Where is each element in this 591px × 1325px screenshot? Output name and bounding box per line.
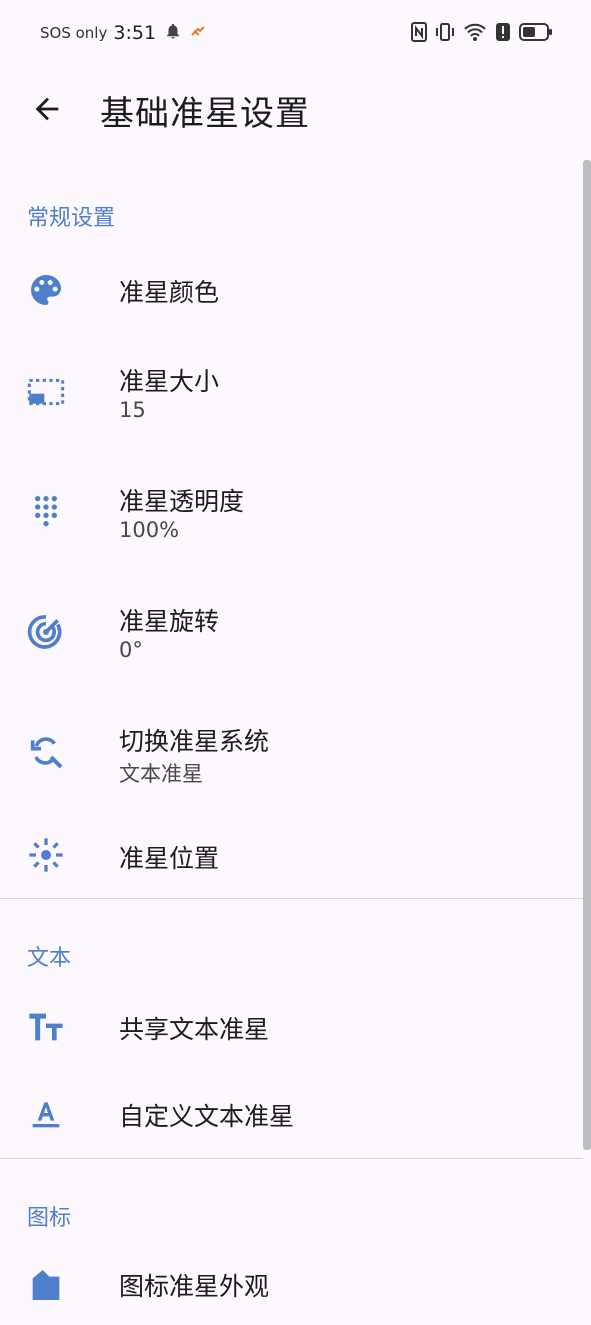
back-arrow-icon[interactable] [30,92,64,126]
bell-icon [164,22,182,44]
page-title: 基础准星设置 [100,94,310,134]
crosshair-position-icon [26,835,66,875]
setting-label: 准星大小 [119,367,220,396]
battery-icon [519,22,553,46]
palette-icon [26,270,66,310]
setting-value: 15 [119,398,146,422]
shape-icon [26,1265,66,1305]
scrollbar[interactable] [583,160,591,1150]
setting-value: 0° [119,638,143,662]
setting-crosshair-color[interactable]: 准星颜色 [0,240,583,340]
setting-label: 共享文本准星 [119,1015,270,1044]
section-header-general: 常规设置 [27,206,116,231]
text-format-icon [26,1094,66,1134]
dots-grid-icon [26,492,66,532]
app-notification-icon [190,23,206,43]
setting-value: 100% [119,518,180,542]
section-header-icon: 图标 [27,1206,72,1231]
resize-icon [26,372,66,412]
divider [0,898,583,899]
setting-crosshair-rotation[interactable]: 准星旋转 0° [0,580,583,700]
setting-label: 切换准星系统 [119,727,270,756]
setting-crosshair-opacity[interactable]: 准星透明度 100% [0,460,583,580]
nfc-icon [411,22,427,46]
rotation-radar-icon [26,612,66,652]
setting-label: 自定义文本准星 [119,1102,295,1131]
alert-icon [495,22,511,46]
sos-indicator: SOS only [40,24,108,42]
setting-label: 准星透明度 [119,487,245,516]
setting-label: 图标准星外观 [119,1272,270,1301]
wifi-icon [463,22,487,46]
setting-label: 准星旋转 [119,607,220,636]
setting-switch-crosshair-system[interactable]: 切换准星系统 文本准星 [0,700,583,820]
text-size-icon [26,1007,66,1047]
setting-label: 准星位置 [119,844,220,873]
clock: 3:51 [113,22,157,44]
refresh-search-icon [26,732,66,772]
divider [0,1158,583,1159]
vibrate-icon [435,22,455,46]
setting-crosshair-size[interactable]: 准星大小 15 [0,340,583,460]
section-header-text: 文本 [27,946,72,971]
setting-icon-crosshair-appearance[interactable]: 图标准星外观 [0,1245,583,1325]
setting-crosshair-position[interactable]: 准星位置 [0,820,583,898]
setting-shared-text-crosshair[interactable]: 共享文本准星 [0,985,583,1070]
status-bar: SOS only 3:51 [0,0,591,66]
setting-label: 准星颜色 [119,278,220,307]
app-bar: 基础准星设置 [0,70,591,150]
setting-custom-text-crosshair[interactable]: 自定义文本准星 [0,1070,583,1158]
setting-value: 文本准星 [119,762,203,786]
